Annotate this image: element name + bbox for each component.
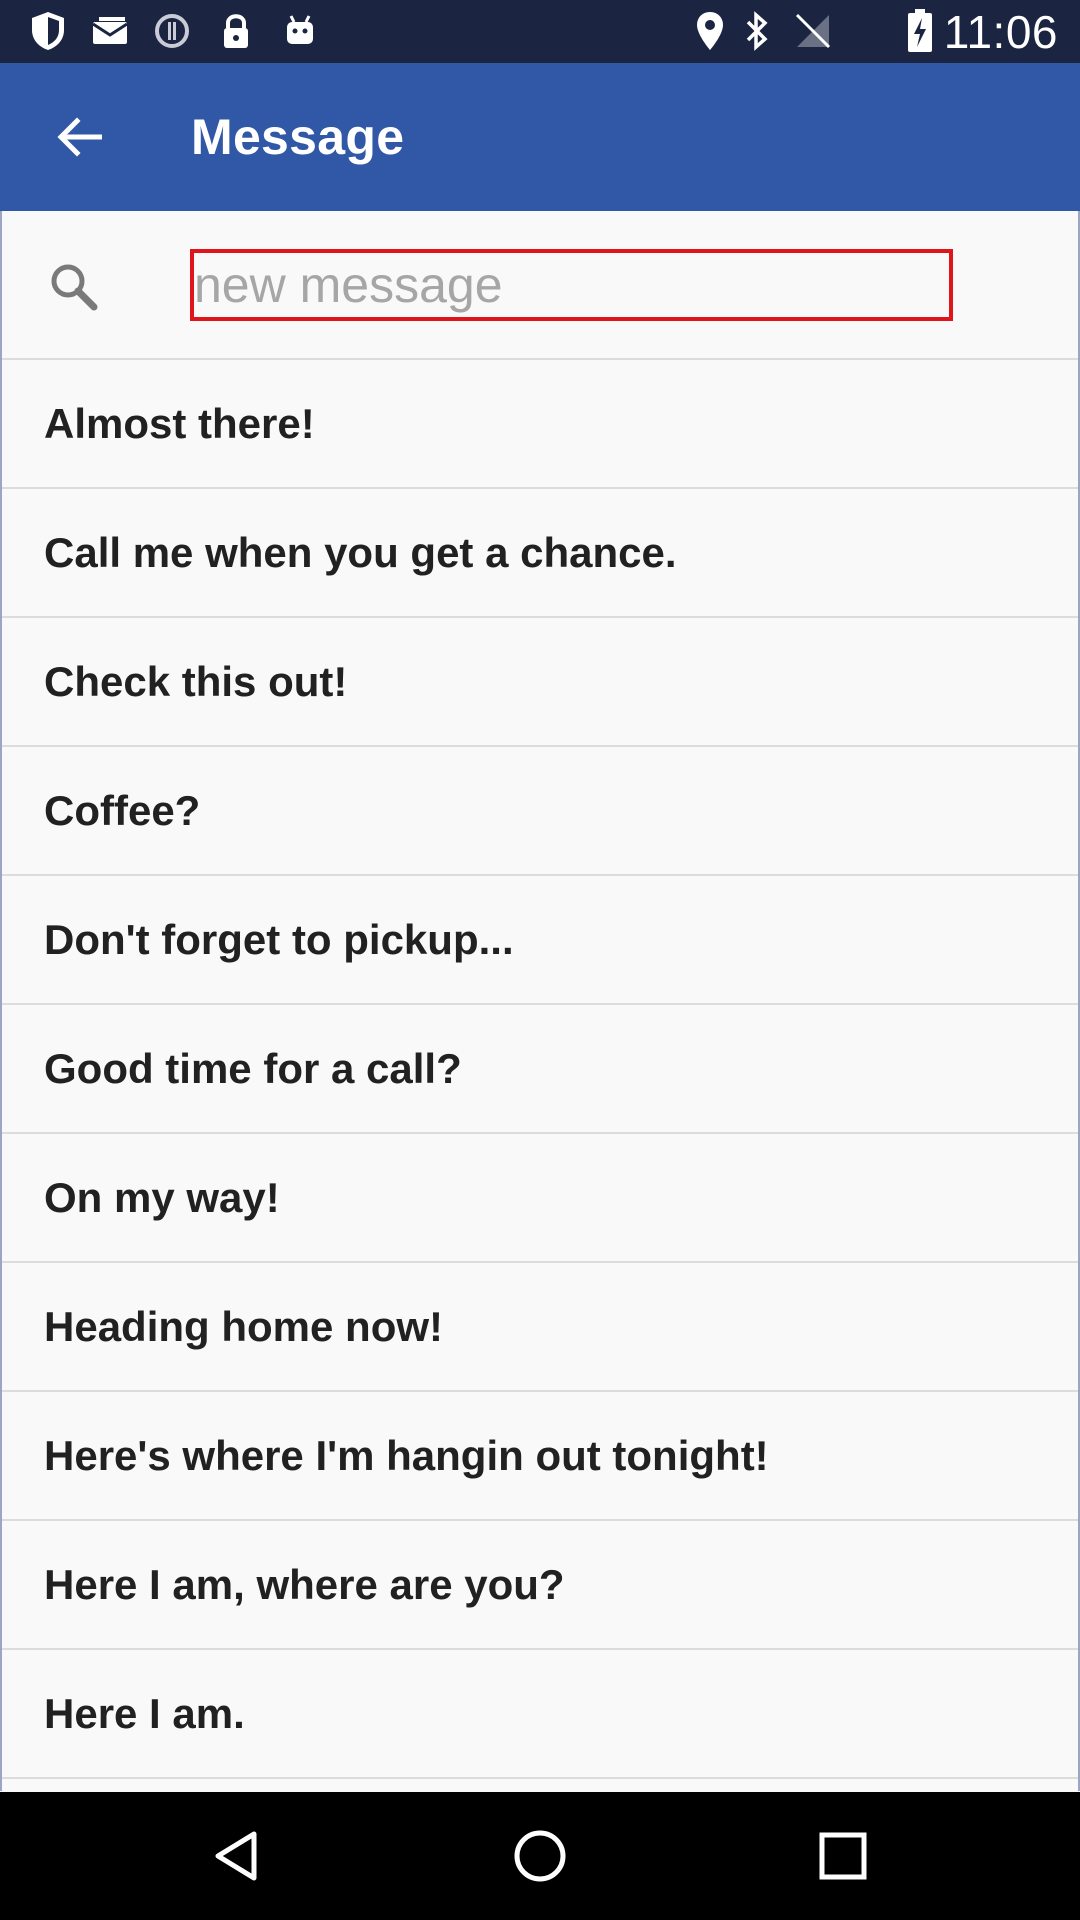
screen: 11:06 Message Almost there! Call me when… [0,0,1080,1920]
list-item-label: Here I am, where are you? [44,1560,565,1608]
bluetooth-icon [740,10,774,52]
app-bar: Message [0,63,1080,211]
message-list: Almost there! Call me when you get a cha… [0,360,1080,1779]
battery-charging-icon [905,9,935,52]
list-item-label: On my way! [44,1173,280,1221]
left-edge-divider [0,211,2,1791]
nav-recents-button[interactable] [803,1816,883,1896]
list-item-label: Coffee? [44,786,201,834]
list-item[interactable]: Here I am. [0,1650,1080,1779]
list-item-label: Here's where I'm hangin out tonight! [44,1431,769,1479]
nav-home-button[interactable] [500,1816,580,1896]
list-item[interactable]: Heading home now! [0,1263,1080,1392]
list-item[interactable]: On my way! [0,1134,1080,1263]
list-item[interactable]: Check this out! [0,618,1080,747]
nav-back-button[interactable] [197,1816,277,1896]
list-item[interactable]: Good time for a call? [0,1005,1080,1134]
shield-icon [28,10,68,52]
list-item[interactable]: Here I am, where are you? [0,1521,1080,1650]
alert-circle-icon [152,10,192,52]
list-item[interactable]: Coffee? [0,747,1080,876]
recents-square-icon [819,1832,867,1880]
mail-icon [90,10,130,52]
list-item-label: Call me when you get a chance. [44,528,677,576]
list-item[interactable]: Here's where I'm hangin out tonight! [0,1392,1080,1521]
list-item-label: Almost there! [44,399,315,447]
list-item-label: Check this out! [44,657,348,705]
status-time: 11:06 [943,5,1058,58]
list-item-label: Heading home now! [44,1302,443,1350]
search-row [0,211,1080,360]
lock-icon [216,10,256,52]
arrow-back-icon [57,117,102,157]
list-item[interactable]: Don't forget to pickup... [0,876,1080,1005]
search-icon [51,264,98,311]
android-icon [280,10,320,52]
home-circle-icon [514,1830,566,1882]
list-item-label: Don't forget to pickup... [44,915,514,963]
list-item[interactable]: Call me when you get a chance. [0,489,1080,618]
no-signal-icon [790,10,836,52]
list-item-label: Here I am. [44,1689,245,1737]
page-title: Message [191,109,405,165]
list-item-label: Good time for a call? [44,1044,462,1092]
new-message-input[interactable] [190,249,953,321]
navigation-bar [0,1792,1080,1920]
list-item[interactable]: Almost there! [0,360,1080,489]
location-pin-icon [692,10,728,52]
back-triangle-icon [215,1831,257,1881]
back-button[interactable] [35,93,123,181]
status-bar: 11:06 [0,0,1080,63]
